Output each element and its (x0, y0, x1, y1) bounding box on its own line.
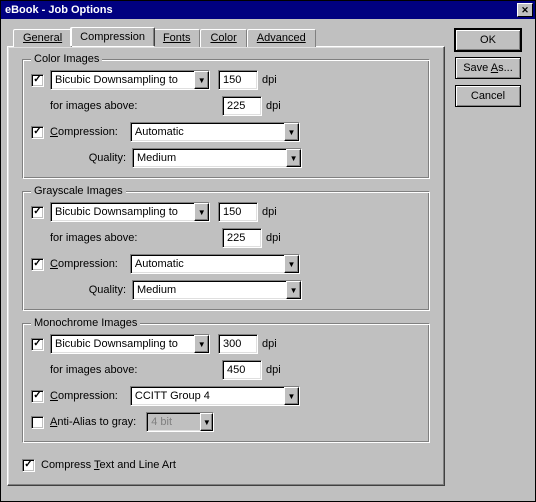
tab-bar: General Compression Fonts Color Advanced (13, 27, 445, 46)
close-icon: ✕ (521, 5, 529, 16)
dpi-label: dpi (266, 232, 281, 244)
titlebar: eBook - Job Options ✕ (1, 1, 535, 19)
tab-advanced[interactable]: Advanced (247, 29, 316, 47)
client-area: General Compression Fonts Color Advanced… (1, 19, 535, 501)
dialog-buttons: OK Save As... Cancel (455, 27, 525, 491)
gray-downsample-method-combo[interactable]: ▼ (50, 202, 210, 222)
window-title: eBook - Job Options (5, 4, 517, 16)
color-compression-combo[interactable]: ▼ (130, 122, 300, 142)
gray-quality-value[interactable] (133, 281, 286, 299)
gray-compression-combo[interactable]: ▼ (130, 254, 300, 274)
compression-label: Compression: (50, 258, 118, 270)
color-dpi-input[interactable] (218, 70, 258, 90)
above-label: for images above: (50, 364, 180, 376)
group-monochrome-images: Monochrome Images ▼ dpi for images above… (22, 323, 430, 443)
dpi-label: dpi (262, 74, 277, 86)
dropdown-arrow-icon: ▼ (284, 387, 299, 405)
ok-button[interactable]: OK (455, 29, 521, 51)
compress-text-lineart-label: Compress Text and Line Art (41, 459, 176, 471)
gray-dpi-input[interactable] (218, 202, 258, 222)
dropdown-arrow-icon: ▼ (194, 71, 209, 89)
compress-text-lineart-checkbox[interactable] (22, 459, 35, 472)
gray-downsample-method-value[interactable] (51, 203, 194, 221)
color-compression-checkbox[interactable] (31, 126, 44, 139)
mono-downsample-method-combo[interactable]: ▼ (50, 334, 210, 354)
gray-compression-checkbox[interactable] (31, 258, 44, 271)
tab-compression[interactable]: Compression (70, 27, 155, 46)
color-above-input[interactable] (222, 96, 262, 116)
dropdown-arrow-icon: ▼ (194, 335, 209, 353)
above-label: for images above: (50, 100, 180, 112)
color-downsample-method-combo[interactable]: ▼ (50, 70, 210, 90)
dpi-label: dpi (266, 364, 281, 376)
mono-downsample-checkbox[interactable] (31, 338, 44, 351)
above-label: for images above: (50, 232, 180, 244)
gray-compression-value[interactable] (131, 255, 284, 273)
dropdown-arrow-icon: ▼ (284, 123, 299, 141)
dropdown-arrow-icon: ▼ (286, 281, 301, 299)
color-compression-value[interactable] (131, 123, 284, 141)
dpi-label: dpi (262, 206, 277, 218)
tab-page-compression: Color Images ▼ dpi for images above: (7, 46, 445, 486)
mono-compression-checkbox[interactable] (31, 390, 44, 403)
mono-compression-value[interactable] (131, 387, 284, 405)
quality-label: Quality: (50, 284, 126, 296)
dpi-label: dpi (262, 338, 277, 350)
save-as-button[interactable]: Save As... (455, 57, 521, 79)
dropdown-arrow-icon: ▼ (284, 255, 299, 273)
color-quality-value[interactable] (133, 149, 286, 167)
dropdown-arrow-icon: ▼ (194, 203, 209, 221)
group-title: Monochrome Images (31, 317, 140, 329)
gray-downsample-checkbox[interactable] (31, 206, 44, 219)
color-quality-combo[interactable]: ▼ (132, 148, 302, 168)
quality-label: Quality: (50, 152, 126, 164)
mono-antialias-checkbox[interactable] (31, 416, 44, 429)
group-title: Grayscale Images (31, 185, 126, 197)
antialias-label: Anti-Alias to gray: (50, 416, 136, 428)
mono-antialias-combo: ▼ (146, 412, 214, 432)
tab-color[interactable]: Color (200, 29, 246, 47)
color-downsample-checkbox[interactable] (31, 74, 44, 87)
dropdown-arrow-icon: ▼ (200, 413, 213, 431)
tab-fonts[interactable]: Fonts (153, 29, 201, 47)
mono-downsample-method-value[interactable] (51, 335, 194, 353)
gray-quality-combo[interactable]: ▼ (132, 280, 302, 300)
color-downsample-method-value[interactable] (51, 71, 194, 89)
cancel-button[interactable]: Cancel (455, 85, 521, 107)
mono-above-input[interactable] (222, 360, 262, 380)
gray-above-input[interactable] (222, 228, 262, 248)
tab-general[interactable]: General (13, 29, 72, 47)
compression-label: Compression: (50, 126, 118, 138)
mono-antialias-value (147, 413, 200, 431)
group-grayscale-images: Grayscale Images ▼ dpi for images above: (22, 191, 430, 311)
dpi-label: dpi (266, 100, 281, 112)
tab-area: General Compression Fonts Color Advanced… (7, 27, 445, 491)
dialog-window: eBook - Job Options ✕ General Compressio… (0, 0, 536, 502)
group-title: Color Images (31, 53, 102, 65)
mono-dpi-input[interactable] (218, 334, 258, 354)
close-button[interactable]: ✕ (517, 3, 533, 17)
compression-label: Compression: (50, 390, 118, 402)
group-color-images: Color Images ▼ dpi for images above: (22, 59, 430, 179)
dropdown-arrow-icon: ▼ (286, 149, 301, 167)
mono-compression-combo[interactable]: ▼ (130, 386, 300, 406)
